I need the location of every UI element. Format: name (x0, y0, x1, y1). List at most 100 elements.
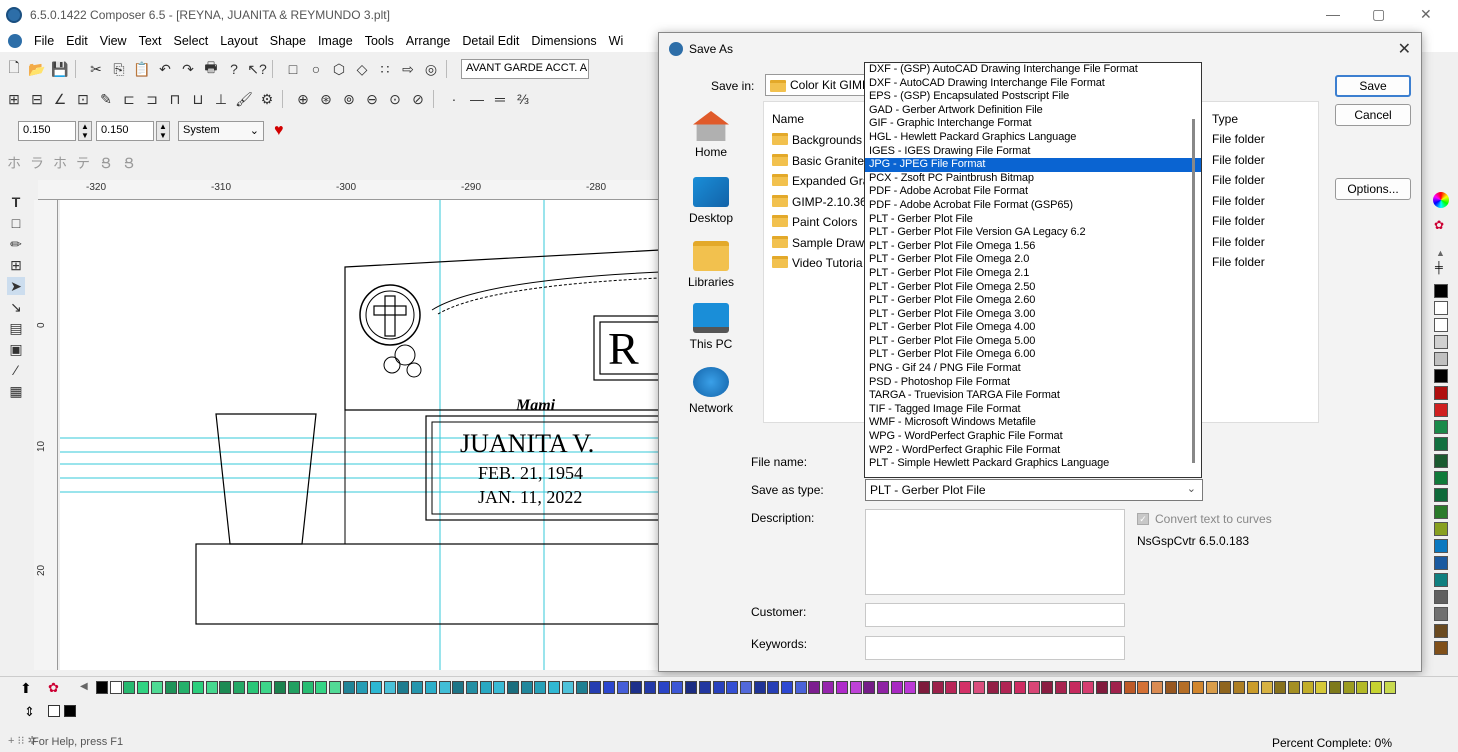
color-swatch[interactable] (1370, 681, 1383, 694)
line-tool-icon[interactable]: ∠ (51, 90, 69, 108)
place-home[interactable]: Home (673, 111, 749, 159)
swap-colors-icon[interactable]: ⇕ (24, 704, 35, 720)
save-in-select[interactable]: Color Kit GIMP (765, 74, 865, 96)
menu-item-shape[interactable]: Shape (270, 34, 306, 48)
color-swatch[interactable] (287, 681, 300, 694)
restore-icon[interactable]: ▢ (1372, 6, 1385, 23)
color-swatch[interactable] (972, 681, 985, 694)
color-swatch[interactable] (863, 681, 876, 694)
zoom-in-icon[interactable]: ⊕ (294, 90, 312, 108)
align-center-icon[interactable]: ⊐ (143, 90, 161, 108)
file-type-option[interactable]: PLT - Gerber Plot File Omega 2.1 (865, 267, 1201, 281)
color-swatch[interactable] (685, 681, 698, 694)
color-swatch[interactable] (1123, 681, 1136, 694)
color-wheel-icon[interactable] (1433, 192, 1449, 208)
kerning-icon[interactable]: ⅔ (514, 90, 532, 108)
shape-edit-icon[interactable]: ⊡ (74, 90, 92, 108)
color-swatch[interactable] (657, 681, 670, 694)
color-swatch[interactable] (520, 681, 533, 694)
color-swatch[interactable] (452, 681, 465, 694)
text-slant-icon[interactable]: テ (74, 154, 92, 172)
redo-icon[interactable]: ↷ (179, 60, 197, 78)
drawing-canvas[interactable]: R Mami JUANITA V. FEB. 21, 1954 JAN. 11,… (60, 200, 660, 670)
text-curve-icon[interactable]: Ց (97, 154, 115, 172)
color-swatch[interactable] (835, 681, 848, 694)
color-swatch[interactable] (712, 681, 725, 694)
color-swatch[interactable] (233, 681, 245, 694)
color-swatch[interactable] (575, 681, 588, 694)
menu-item-detail-edit[interactable]: Detail Edit (462, 34, 519, 48)
color-swatch[interactable] (1109, 681, 1122, 694)
file-type-option[interactable]: PSD - Photoshop File Format (865, 376, 1201, 390)
file-type-option[interactable]: PDF - Adobe Acrobat File Format (865, 185, 1201, 199)
color-swatch[interactable] (1434, 318, 1448, 332)
zoom-all-icon[interactable]: ⊛ (317, 90, 335, 108)
text-spiral-icon[interactable]: Ց (120, 154, 138, 172)
color-swatch[interactable] (1434, 454, 1448, 468)
small-dot-icon[interactable]: · (445, 90, 463, 108)
color-swatch[interactable] (150, 681, 163, 694)
file-type-option[interactable]: PLT - Gerber Plot File (865, 213, 1201, 227)
text-tool-icon[interactable]: T (7, 193, 25, 211)
color-swatch[interactable] (383, 681, 396, 694)
file-type-option[interactable]: PLT - Gerber Plot File Omega 1.56 (865, 240, 1201, 254)
node-edit-icon[interactable]: ⊞ (5, 90, 23, 108)
color-swatch[interactable] (1137, 681, 1150, 694)
color-swatch[interactable] (1041, 681, 1054, 694)
color-swatch[interactable] (822, 681, 835, 694)
palette-icon[interactable]: ✿ (48, 680, 59, 696)
color-swatch[interactable] (739, 681, 752, 694)
color-swatch[interactable] (849, 681, 862, 694)
color-swatch[interactable] (96, 681, 108, 694)
color-swatch[interactable] (1356, 681, 1369, 694)
menu-item-tools[interactable]: Tools (365, 34, 394, 48)
color-swatch[interactable] (1434, 352, 1448, 366)
file-type-option[interactable]: DXF - (GSP) AutoCAD Drawing Interchange … (865, 63, 1201, 77)
circle-tool-icon[interactable]: ○ (307, 60, 325, 78)
fill-color-swatch[interactable] (64, 705, 76, 717)
file-type-option[interactable]: PLT - Gerber Plot File Omega 5.00 (865, 335, 1201, 349)
color-swatch[interactable] (1434, 590, 1448, 604)
place-this-pc[interactable]: This PC (673, 303, 749, 351)
brush-tool-icon[interactable]: 🖌 (235, 90, 253, 108)
color-swatch[interactable] (1434, 369, 1448, 383)
file-row[interactable]: Expanded Gra (772, 173, 869, 188)
place-network[interactable]: Network (673, 367, 749, 415)
file-type-option[interactable]: PLT - Gerber Plot File Omega 2.0 (865, 253, 1201, 267)
file-row[interactable]: GIMP-2.10.36 (772, 194, 867, 209)
image-tool-icon[interactable]: ▣ (7, 340, 25, 358)
menu-item-edit[interactable]: Edit (66, 34, 88, 48)
align-left-icon[interactable]: ⊏ (120, 90, 138, 108)
file-type-option[interactable]: TIF - Tagged Image File Format (865, 403, 1201, 417)
pen-tool-icon[interactable]: ✎ (97, 90, 115, 108)
file-type-option[interactable]: PLT - Gerber Plot File Omega 4.00 (865, 321, 1201, 335)
octagon-tool-icon[interactable]: ⬡ (330, 60, 348, 78)
color-swatch[interactable] (370, 681, 382, 694)
eyedropper-icon[interactable]: ⬆ (20, 680, 32, 697)
color-swatch[interactable] (726, 681, 739, 694)
color-swatch[interactable] (616, 681, 629, 694)
text-fit-icon[interactable]: ホ (5, 154, 23, 172)
menu-item-dimensions[interactable]: Dimensions (531, 34, 596, 48)
color-swatch[interactable] (1315, 681, 1328, 694)
menu-item-file[interactable]: File (34, 34, 54, 48)
color-swatch[interactable] (1434, 641, 1448, 655)
file-type-option[interactable]: WP2 - WordPerfect Graphic File Format (865, 444, 1201, 458)
color-swatch[interactable] (1013, 681, 1026, 694)
color-swatch[interactable] (1329, 681, 1341, 694)
color-swatch[interactable] (260, 681, 273, 694)
context-help-icon[interactable]: ↖? (247, 60, 267, 78)
align-top-icon[interactable]: ⊔ (189, 90, 207, 108)
undo-icon[interactable]: ↶ (156, 60, 174, 78)
color-swatch[interactable] (342, 681, 355, 694)
place-libraries[interactable]: Libraries (673, 241, 749, 289)
select-arrow-icon[interactable]: ➤ (7, 277, 25, 295)
menu-item-view[interactable]: View (100, 34, 127, 48)
color-swatch[interactable] (1434, 556, 1448, 570)
color-swatch[interactable] (698, 681, 711, 694)
scroll-up-icon[interactable]: ▲ (1436, 248, 1445, 258)
file-row[interactable]: Video Tutoria (772, 255, 863, 270)
color-swatch[interactable] (1434, 505, 1448, 519)
text-wave-icon[interactable]: ホ (51, 154, 69, 172)
diamond-tool-icon[interactable]: ◇ (353, 60, 371, 78)
